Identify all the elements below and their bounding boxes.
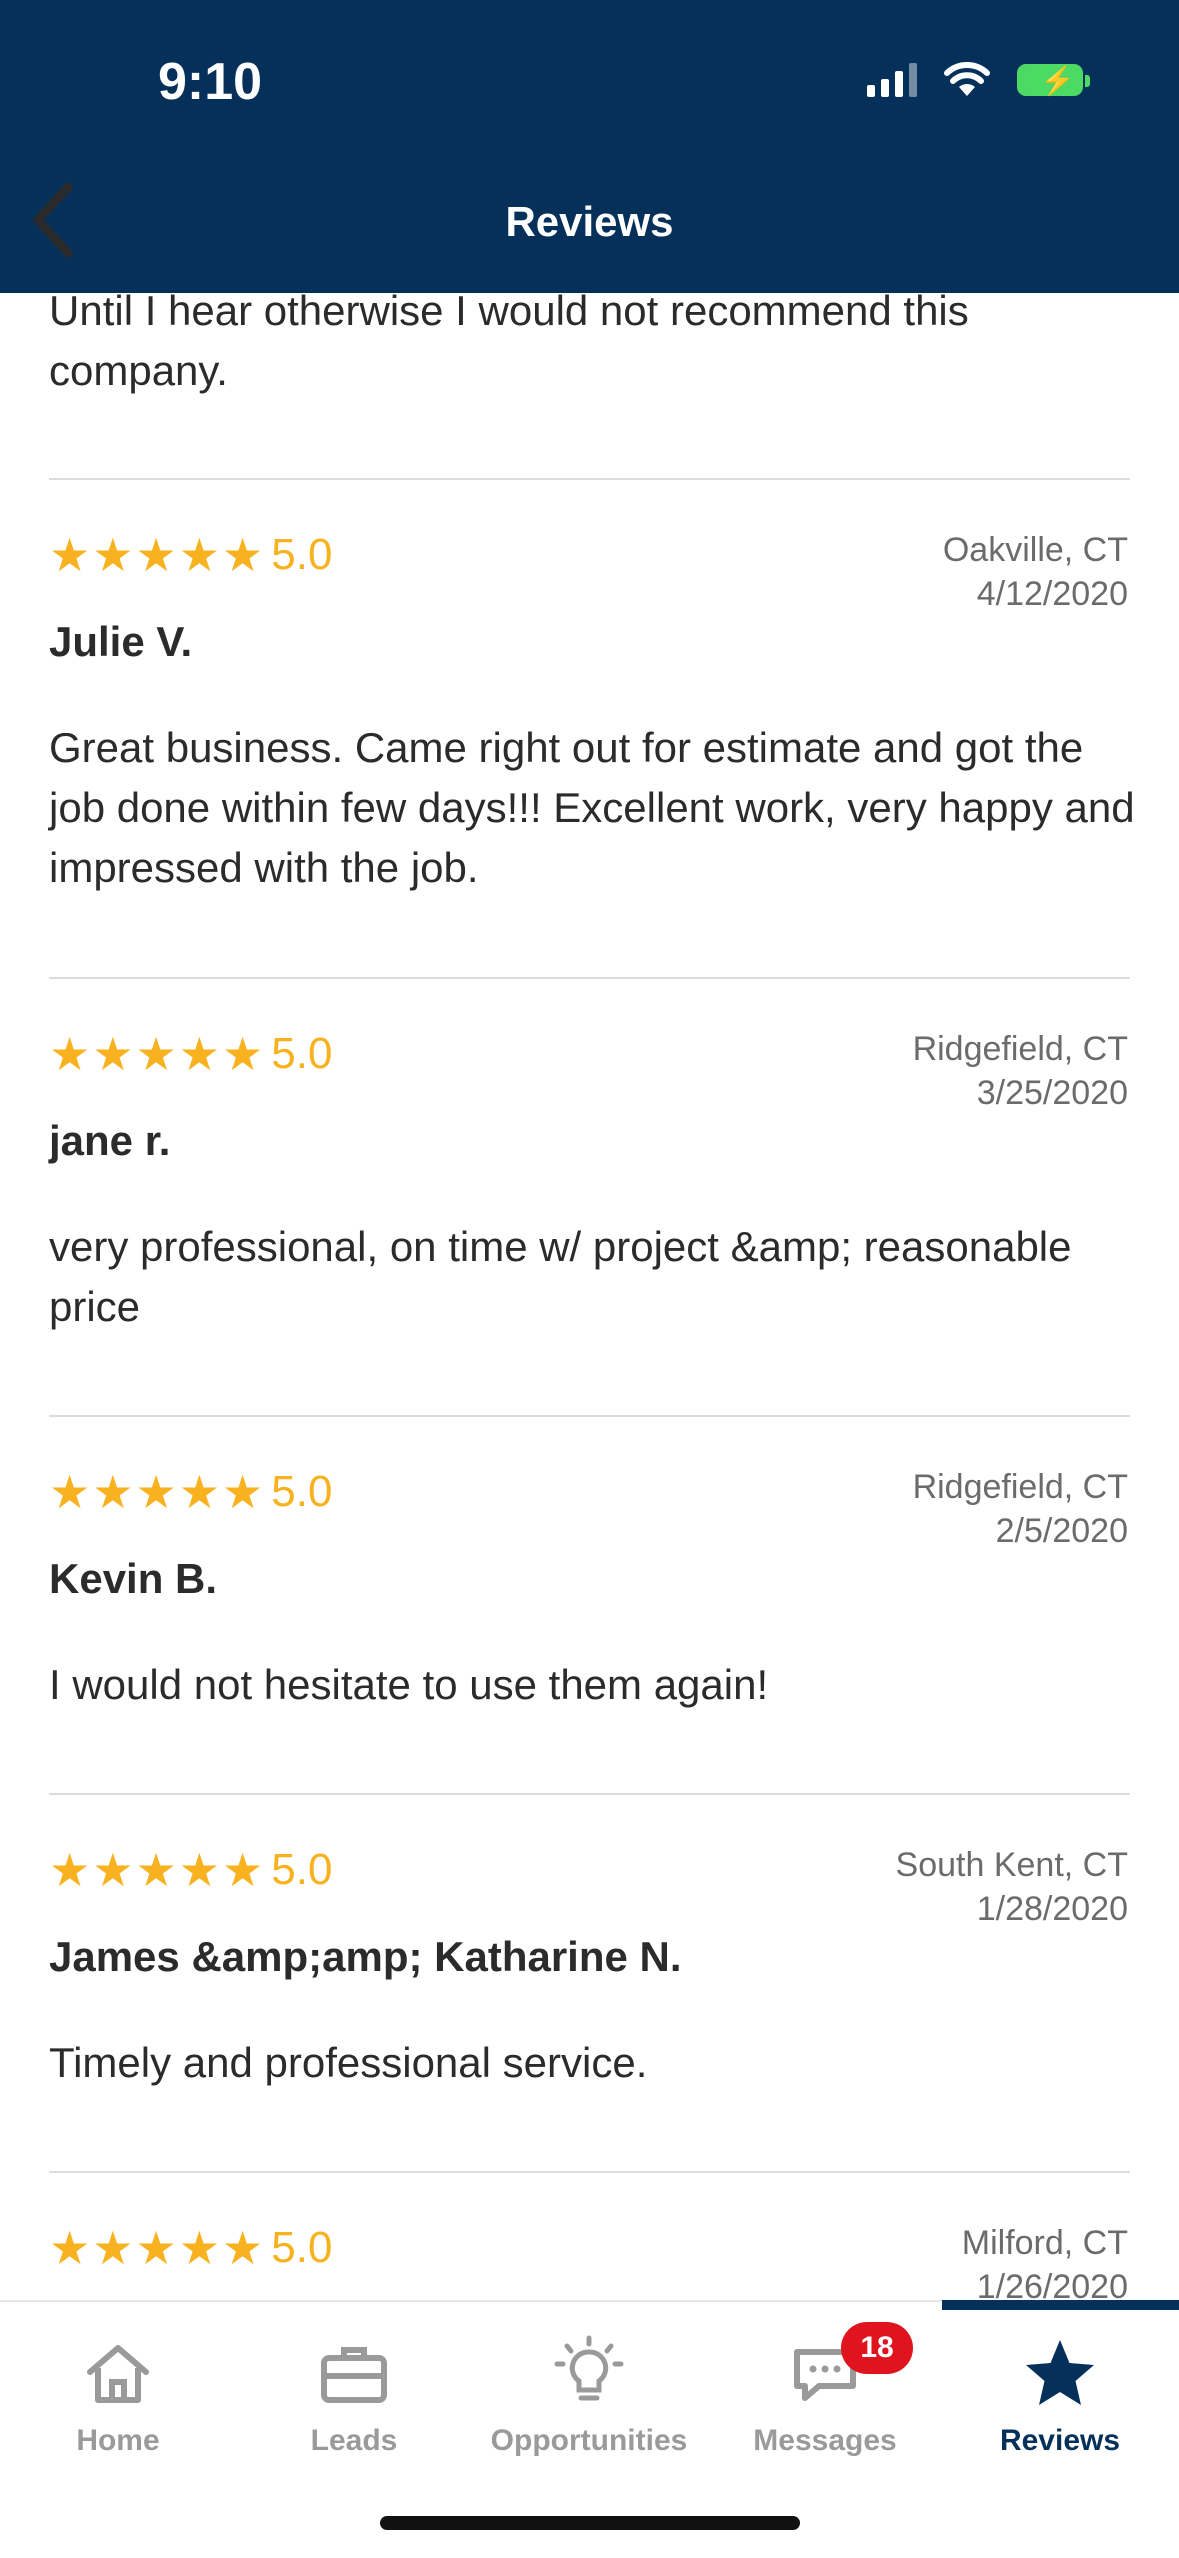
star-icon: ★ xyxy=(135,1028,177,1080)
star-icon: ★ xyxy=(135,1466,177,1518)
star-icon: ★ xyxy=(92,1844,134,1896)
tab-opportunities[interactable]: Opportunities xyxy=(471,2334,707,2458)
star-icon: ★ xyxy=(222,1028,264,1080)
tab-leads[interactable]: Leads xyxy=(236,2334,472,2458)
review-location: Ridgefield, CT xyxy=(912,1030,1128,1068)
star-icon: ★ xyxy=(92,1028,134,1080)
star-icon: ★ xyxy=(222,1466,264,1518)
rating-value: 5.0 xyxy=(271,1029,333,1078)
review-item: ★ ★ ★ ★ ★ 5.0 Ridgefield, CT 3/25/2020 jane … xyxy=(49,977,1130,1419)
review-item: ★ ★ ★ ★ ★ 5.0 Milford, CT 1/26/2020 xyxy=(49,2171,1130,2303)
review-author: Julie V. xyxy=(49,618,193,665)
review-date: 3/25/2020 xyxy=(976,1074,1128,1112)
star-icon: ★ xyxy=(178,1028,220,1080)
tab-label: Reviews xyxy=(999,2424,1121,2457)
rating-value: 5.0 xyxy=(271,1845,333,1894)
review-author: Kevin B. xyxy=(49,1555,218,1602)
lightbulb-icon xyxy=(554,2335,624,2401)
tab-messages[interactable]: 18 Messages xyxy=(707,2322,943,2458)
wifi-icon xyxy=(944,62,990,96)
app-header: 9:10 ⚡ Reviews xyxy=(0,0,1179,293)
star-icon: ★ xyxy=(135,529,177,581)
tab-reviews[interactable]: Reviews xyxy=(942,2334,1178,2458)
star-icon: ★ xyxy=(49,2222,91,2274)
review-item: ★ ★ ★ ★ ★ 5.0 Ridgefield, CT 2/5/2020 Kevin … xyxy=(49,1415,1130,1797)
review-body: Timely and professional service. xyxy=(49,2039,648,2086)
review-author: James &amp;amp; Katharine N. xyxy=(49,1933,682,1980)
briefcase-icon xyxy=(321,2347,387,2403)
review-date: 1/26/2020 xyxy=(976,2268,1128,2303)
star-icon: ★ xyxy=(178,2222,220,2274)
star-rating: ★ ★ ★ ★ ★ 5.0 xyxy=(49,1029,332,1079)
home-icon xyxy=(87,2345,149,2403)
star-icon: ★ xyxy=(92,1466,134,1518)
review-author: jane r. xyxy=(49,1117,171,1164)
unread-badge: 18 xyxy=(841,2322,913,2374)
star-icon: ★ xyxy=(178,1844,220,1896)
star-icon: ★ xyxy=(135,2222,177,2274)
review-body: I would not hesitate to use them again! xyxy=(49,1661,769,1708)
review-date: 1/28/2020 xyxy=(976,1890,1128,1928)
review-location: South Kent, CT xyxy=(895,1846,1128,1884)
rating-value: 5.0 xyxy=(271,2223,333,2272)
star-icon: ★ xyxy=(178,1466,220,1518)
review-meta: South Kent, CT 1/28/2020 xyxy=(896,1843,1128,1931)
review-body: Great business. Came right out for estim… xyxy=(49,724,1135,891)
review-meta: Ridgefield, CT 3/25/2020 xyxy=(913,1027,1128,1115)
star-rating: ★ ★ ★ ★ ★ 5.0 xyxy=(49,1845,332,1895)
review-location: Oakville, CT xyxy=(942,531,1128,569)
review-location: Ridgefield, CT xyxy=(912,1468,1128,1506)
star-icon: ★ xyxy=(222,2222,264,2274)
review-location: Milford, CT xyxy=(961,2224,1128,2262)
star-icon: ★ xyxy=(135,1844,177,1896)
active-tab-indicator xyxy=(942,2300,1179,2310)
star-icon xyxy=(1026,2340,1094,2405)
star-icon: ★ xyxy=(222,1844,264,1896)
star-icon: ★ xyxy=(49,1028,91,1080)
battery-icon: ⚡ xyxy=(1017,64,1090,96)
star-rating: ★ ★ ★ ★ ★ 5.0 xyxy=(49,2223,332,2273)
star-icon: ★ xyxy=(92,529,134,581)
review-date: 4/12/2020 xyxy=(976,575,1128,613)
star-rating: ★ ★ ★ ★ ★ 5.0 xyxy=(49,530,332,580)
star-rating: ★ ★ ★ ★ ★ 5.0 xyxy=(49,1467,332,1517)
reviews-list[interactable]: Until I hear otherwise I would not recom… xyxy=(0,293,1179,2303)
review-meta: Milford, CT 1/26/2020 xyxy=(962,2221,1128,2303)
tab-label: Home xyxy=(76,2424,160,2457)
star-icon: ★ xyxy=(222,529,264,581)
home-indicator[interactable] xyxy=(380,2516,800,2530)
star-icon: ★ xyxy=(92,2222,134,2274)
star-icon: ★ xyxy=(49,529,91,581)
star-icon: ★ xyxy=(49,1466,91,1518)
status-icons: ⚡ xyxy=(867,62,1090,98)
review-item: ★ ★ ★ ★ ★ 5.0 South Kent, CT 1/28/2020 James… xyxy=(49,1793,1130,2175)
review-meta: Oakville, CT 4/12/2020 xyxy=(943,528,1128,616)
review-item: ★ ★ ★ ★ ★ 5.0 Oakville, CT 4/12/2020 Julie V… xyxy=(49,478,1135,980)
cellular-signal-icon xyxy=(867,63,917,97)
tab-label: Opportunities xyxy=(490,2424,688,2457)
review-date: 2/5/2020 xyxy=(995,1512,1128,1550)
rating-value: 5.0 xyxy=(271,530,333,579)
tab-home[interactable]: Home xyxy=(0,2334,236,2458)
tab-label: Messages xyxy=(753,2424,897,2457)
rating-value: 5.0 xyxy=(271,1467,333,1516)
review-meta: Ridgefield, CT 2/5/2020 xyxy=(913,1465,1128,1553)
status-time: 9:10 xyxy=(158,53,263,111)
tab-label: Leads xyxy=(310,2424,398,2457)
star-icon: ★ xyxy=(178,529,220,581)
review-body: very professional, on time w/ project &a… xyxy=(49,1223,1072,1330)
review-body: Until I hear otherwise I would not recom… xyxy=(49,293,969,394)
page-title: Reviews xyxy=(505,198,674,245)
star-icon: ★ xyxy=(49,1844,91,1896)
